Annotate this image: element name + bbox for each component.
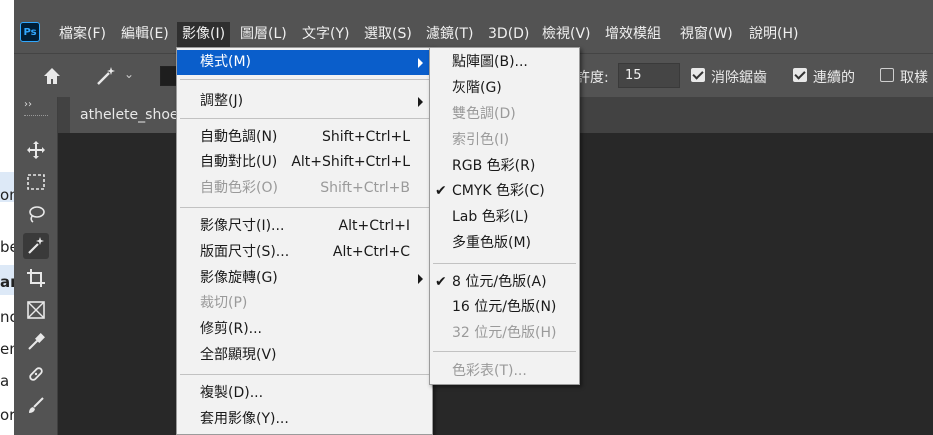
- eyedropper-tool-icon[interactable]: [23, 329, 49, 355]
- menu-type[interactable]: 文字(Y): [297, 22, 354, 47]
- photoshop-app-icon[interactable]: Ps: [20, 22, 40, 42]
- anti-alias-label: 消除鋸齒: [711, 70, 767, 86]
- menu-edit[interactable]: 編輯(E): [116, 22, 174, 47]
- background-web-page: on be ar no en a or: [0, 0, 19, 435]
- menu-window[interactable]: 視窗(W): [675, 22, 738, 47]
- contiguous-label: 連續的: [813, 70, 855, 86]
- menu-separator: [180, 207, 429, 208]
- mode-item-8-bit[interactable]: ✔ 8 位元/色版(A): [430, 270, 579, 295]
- menu-item-mode[interactable]: 模式(M): [177, 50, 432, 75]
- menu-separator: [433, 351, 576, 352]
- mode-item-32-bit: 32 位元/色版(H): [452, 325, 557, 341]
- menu-item-duplicate[interactable]: 複製(D)...: [177, 381, 432, 406]
- frame-tool-icon[interactable]: [23, 297, 49, 323]
- submenu-arrow-icon: [418, 274, 423, 284]
- menu-item-crop: 裁切(P): [200, 295, 248, 311]
- menu-item-trim[interactable]: 修剪(R)...: [177, 317, 432, 342]
- magic-wand-preset-icon[interactable]: [94, 65, 118, 87]
- tools-panel: ››: [14, 97, 58, 435]
- menu-separator: [180, 118, 429, 119]
- menu-filter[interactable]: 濾鏡(T): [421, 22, 478, 47]
- mode-item-cmyk-color[interactable]: ✔ CMYK 色彩(C): [430, 179, 579, 204]
- tolerance-label: 許度:: [576, 70, 609, 86]
- healing-brush-tool-icon[interactable]: [23, 361, 49, 387]
- submenu-arrow-icon: [418, 97, 423, 107]
- menu-item-image-size[interactable]: 影像尺寸(I)... Alt+Ctrl+I: [177, 214, 432, 239]
- menu-item-apply-image[interactable]: 套用影像(Y)...: [177, 407, 432, 432]
- menu-item-reveal-all[interactable]: 全部顯現(V): [177, 343, 432, 368]
- sample-all-layers-label: 取樣: [900, 70, 928, 86]
- menu-help[interactable]: 說明(H): [744, 22, 803, 47]
- title-strip: [14, 0, 933, 10]
- mode-item-color-table: 色彩表(T)...: [452, 363, 527, 379]
- mode-item-lab-color[interactable]: Lab 色彩(L): [430, 205, 579, 230]
- tolerance-input[interactable]: 15: [618, 63, 680, 88]
- brush-tool-icon[interactable]: [23, 393, 49, 419]
- menu-item-auto-color: 自動色彩(O) Shift+Ctrl+B: [200, 180, 410, 196]
- menu-item-auto-tone[interactable]: 自動色調(N) Shift+Ctrl+L: [177, 125, 432, 150]
- menu-item-canvas-size[interactable]: 版面尺寸(S)... Alt+Ctrl+C: [177, 240, 432, 265]
- menu-view[interactable]: 檢視(V): [537, 22, 596, 47]
- panel-grip[interactable]: [24, 115, 48, 117]
- menu-file[interactable]: 檔案(F): [54, 22, 111, 47]
- lasso-tool-icon[interactable]: [23, 201, 49, 227]
- mode-item-multichannel[interactable]: 多重色版(M): [430, 231, 579, 256]
- menu-item-auto-contrast[interactable]: 自動對比(U) Alt+Shift+Ctrl+L: [177, 150, 432, 175]
- menu-separator: [180, 374, 429, 375]
- menu-separator: [433, 263, 576, 264]
- move-tool-icon[interactable]: [23, 137, 49, 163]
- menu-select[interactable]: 選取(S): [359, 22, 417, 47]
- menu-3d[interactable]: 3D(D): [483, 22, 534, 47]
- image-menu-dropdown: 模式(M) 調整(J) 自動色調(N) Shift+Ctrl+L 自動對比(U) A…: [176, 47, 433, 435]
- page-text-fragment: a: [0, 372, 10, 390]
- mode-item-bitmap[interactable]: 點陣圖(B)...: [430, 50, 579, 75]
- menu-item-image-rotation[interactable]: 影像旋轉(G): [177, 266, 432, 291]
- marquee-tool-icon[interactable]: [23, 169, 49, 195]
- menu-item-adjustments[interactable]: 調整(J): [177, 89, 432, 114]
- mode-item-grayscale[interactable]: 灰階(G): [430, 76, 579, 101]
- sample-all-layers-checkbox[interactable]: [880, 68, 894, 82]
- menu-layer[interactable]: 圖層(L): [235, 22, 292, 47]
- mode-item-indexed-color: 索引色(I): [452, 132, 510, 148]
- menu-image[interactable]: 影像(I): [177, 22, 231, 47]
- mode-item-rgb-color[interactable]: RGB 色彩(R): [430, 154, 579, 179]
- checkmark-icon: ✔: [435, 183, 447, 199]
- mode-item-16-bit[interactable]: 16 位元/色版(N): [430, 295, 579, 320]
- checkmark-icon: ✔: [435, 274, 447, 290]
- crop-tool-icon[interactable]: [23, 265, 49, 291]
- anti-alias-checkbox[interactable]: [691, 68, 705, 82]
- mode-submenu-dropdown: 點陣圖(B)... 灰階(G) 雙色調(D) 索引色(I) RGB 色彩(R) …: [429, 47, 580, 385]
- menu-separator: [180, 79, 429, 80]
- mode-item-duotone: 雙色調(D): [452, 106, 516, 122]
- magic-wand-tool-icon[interactable]: [23, 233, 49, 259]
- home-icon[interactable]: [42, 66, 62, 86]
- chevron-down-icon[interactable]: ⌄: [124, 67, 134, 81]
- collapse-panel-icon[interactable]: ››: [24, 99, 32, 110]
- menu-plugins[interactable]: 增效模組: [600, 22, 666, 47]
- contiguous-checkbox[interactable]: [793, 68, 807, 82]
- submenu-arrow-icon: [418, 58, 423, 68]
